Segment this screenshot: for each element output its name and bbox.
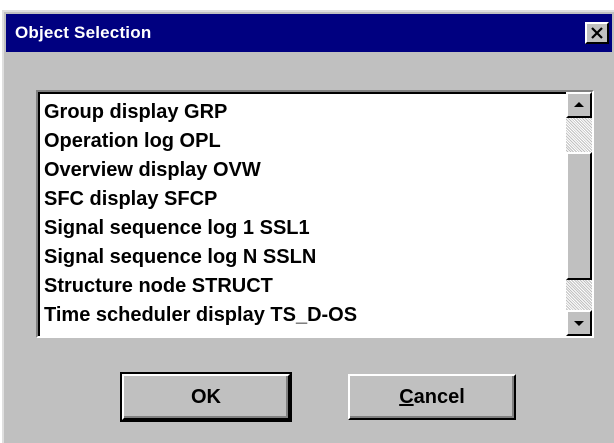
scroll-up-arrow-icon bbox=[574, 102, 584, 107]
cancel-accelerator-key: C bbox=[399, 386, 414, 408]
list-item-overview-display[interactable]: Overview display OVW bbox=[42, 156, 562, 185]
list-item-signal-sequence-log-n[interactable]: Signal sequence log N SSLN bbox=[42, 243, 562, 272]
close-button[interactable] bbox=[585, 22, 609, 44]
scroll-down-arrow-icon bbox=[574, 321, 584, 326]
cancel-button[interactable]: Cancel bbox=[348, 374, 516, 420]
list-item-group-display[interactable]: Group display GRP bbox=[42, 98, 562, 127]
close-icon bbox=[591, 27, 603, 39]
list-item-operation-log[interactable]: Operation log OPL bbox=[42, 127, 562, 156]
list-item-structure-node[interactable]: Structure node STRUCT bbox=[42, 272, 562, 301]
cancel-button-label: Cancel bbox=[399, 386, 465, 408]
scrollbar-thumb[interactable] bbox=[566, 152, 592, 280]
object-list[interactable]: Group display GRP Operation log OPL Over… bbox=[36, 90, 594, 338]
scroll-up-button[interactable] bbox=[566, 92, 592, 118]
object-selection-dialog: Object Selection Group display GRP Opera… bbox=[2, 10, 614, 443]
ok-button[interactable]: OK bbox=[120, 372, 292, 422]
ok-button-label: OK bbox=[191, 386, 221, 408]
object-list-items: Group display GRP Operation log OPL Over… bbox=[42, 98, 562, 330]
title-bar[interactable]: Object Selection bbox=[6, 14, 612, 52]
list-item-sfc-display[interactable]: SFC display SFCP bbox=[42, 185, 562, 214]
window-title: Object Selection bbox=[15, 23, 152, 42]
list-item-signal-sequence-log-1[interactable]: Signal sequence log 1 SSL1 bbox=[42, 214, 562, 243]
scroll-down-button[interactable] bbox=[566, 310, 592, 336]
vertical-scrollbar[interactable] bbox=[566, 92, 592, 336]
list-item-time-scheduler-display[interactable]: Time scheduler display TS_D-OS bbox=[42, 301, 562, 330]
